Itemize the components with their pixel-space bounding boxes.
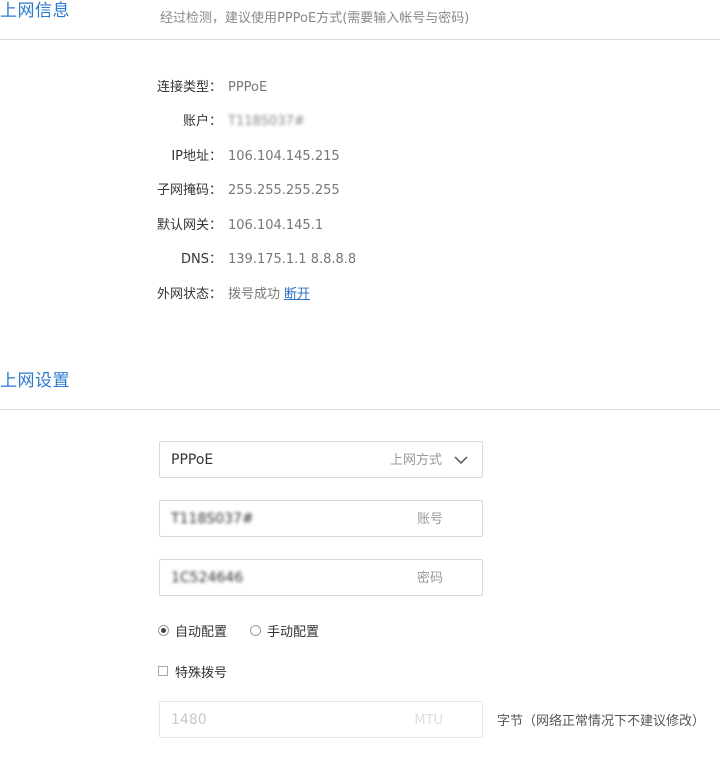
- info-row-account: 账户： T118S037#: [0, 112, 720, 132]
- info-row-subnet: 子网掩码： 255.255.255.255: [0, 181, 720, 201]
- password-suffix: 密码: [416, 571, 443, 586]
- connection-mode-value: PPPoE: [171, 452, 214, 468]
- info-row-gateway: 默认网关： 106.104.145.1: [0, 216, 720, 236]
- manual-config-label[interactable]: 手动配置: [267, 621, 319, 640]
- config-radio-group: 自动配置 手动配置: [158, 620, 342, 640]
- mtu-suffix: MTU: [414, 713, 443, 728]
- info-label: 连接类型：: [156, 80, 222, 95]
- mtu-note: 字节（网络正常情况下不建议修改）: [497, 714, 706, 729]
- info-label: 默认网关：: [156, 218, 222, 233]
- info-label: 账户：: [182, 114, 222, 129]
- info-label: 子网掩码：: [156, 183, 222, 198]
- password-value: 1C524646: [171, 570, 244, 586]
- info-value: 106.104.145.1: [228, 218, 324, 233]
- info-section-subtitle: 经过检测，建议使用PPPoE方式(需要输入帐号与密码): [160, 11, 470, 26]
- manual-config-radio[interactable]: [250, 624, 262, 636]
- account-input[interactable]: T118S037# 账号: [159, 500, 483, 537]
- password-input[interactable]: 1C524646 密码: [159, 559, 483, 596]
- info-row-wan-status: 外网状态： 拨号成功 断开: [0, 285, 720, 305]
- account-suffix: 账号: [416, 512, 443, 527]
- info-label: DNS：: [181, 252, 222, 267]
- disconnect-link[interactable]: 断开: [284, 287, 310, 302]
- chevron-down-icon: [454, 456, 468, 465]
- wan-status-text: 拨号成功: [228, 287, 281, 302]
- connection-mode-suffix: 上网方式: [389, 453, 442, 468]
- special-dial-label[interactable]: 特殊拨号: [175, 662, 227, 681]
- info-row-dns: DNS： 139.175.1.1 8.8.8.8: [0, 250, 720, 270]
- mtu-input[interactable]: 1480 MTU: [159, 701, 483, 738]
- info-section-title: 上网信息: [0, 1, 70, 21]
- info-divider: [0, 39, 720, 40]
- info-value: PPPoE: [228, 80, 268, 95]
- info-value: T118S037#: [228, 114, 305, 129]
- wan-status-value: 拨号成功 断开: [228, 285, 310, 305]
- router-wan-page: 上网信息 经过检测，建议使用PPPoE方式(需要输入帐号与密码) 连接类型： P…: [0, 0, 720, 759]
- account-value: T118S037#: [171, 511, 254, 527]
- mtu-value: 1480: [171, 712, 207, 728]
- info-label: 外网状态：: [156, 287, 222, 302]
- info-label: IP地址：: [171, 149, 222, 164]
- connection-mode-select[interactable]: PPPoE 上网方式: [159, 441, 483, 478]
- auto-config-label[interactable]: 自动配置: [175, 621, 227, 640]
- settings-section-title: 上网设置: [0, 371, 70, 391]
- info-row-ip: IP地址： 106.104.145.215: [0, 147, 720, 167]
- special-dial-row: 特殊拨号: [158, 661, 227, 681]
- info-value: 255.255.255.255: [228, 183, 340, 198]
- settings-divider: [0, 409, 720, 410]
- special-dial-checkbox[interactable]: [158, 666, 168, 676]
- info-value: 139.175.1.1 8.8.8.8: [228, 252, 357, 267]
- info-value: 106.104.145.215: [228, 149, 340, 164]
- auto-config-radio[interactable]: [158, 624, 169, 636]
- info-row-connection-type: 连接类型： PPPoE: [0, 78, 720, 98]
